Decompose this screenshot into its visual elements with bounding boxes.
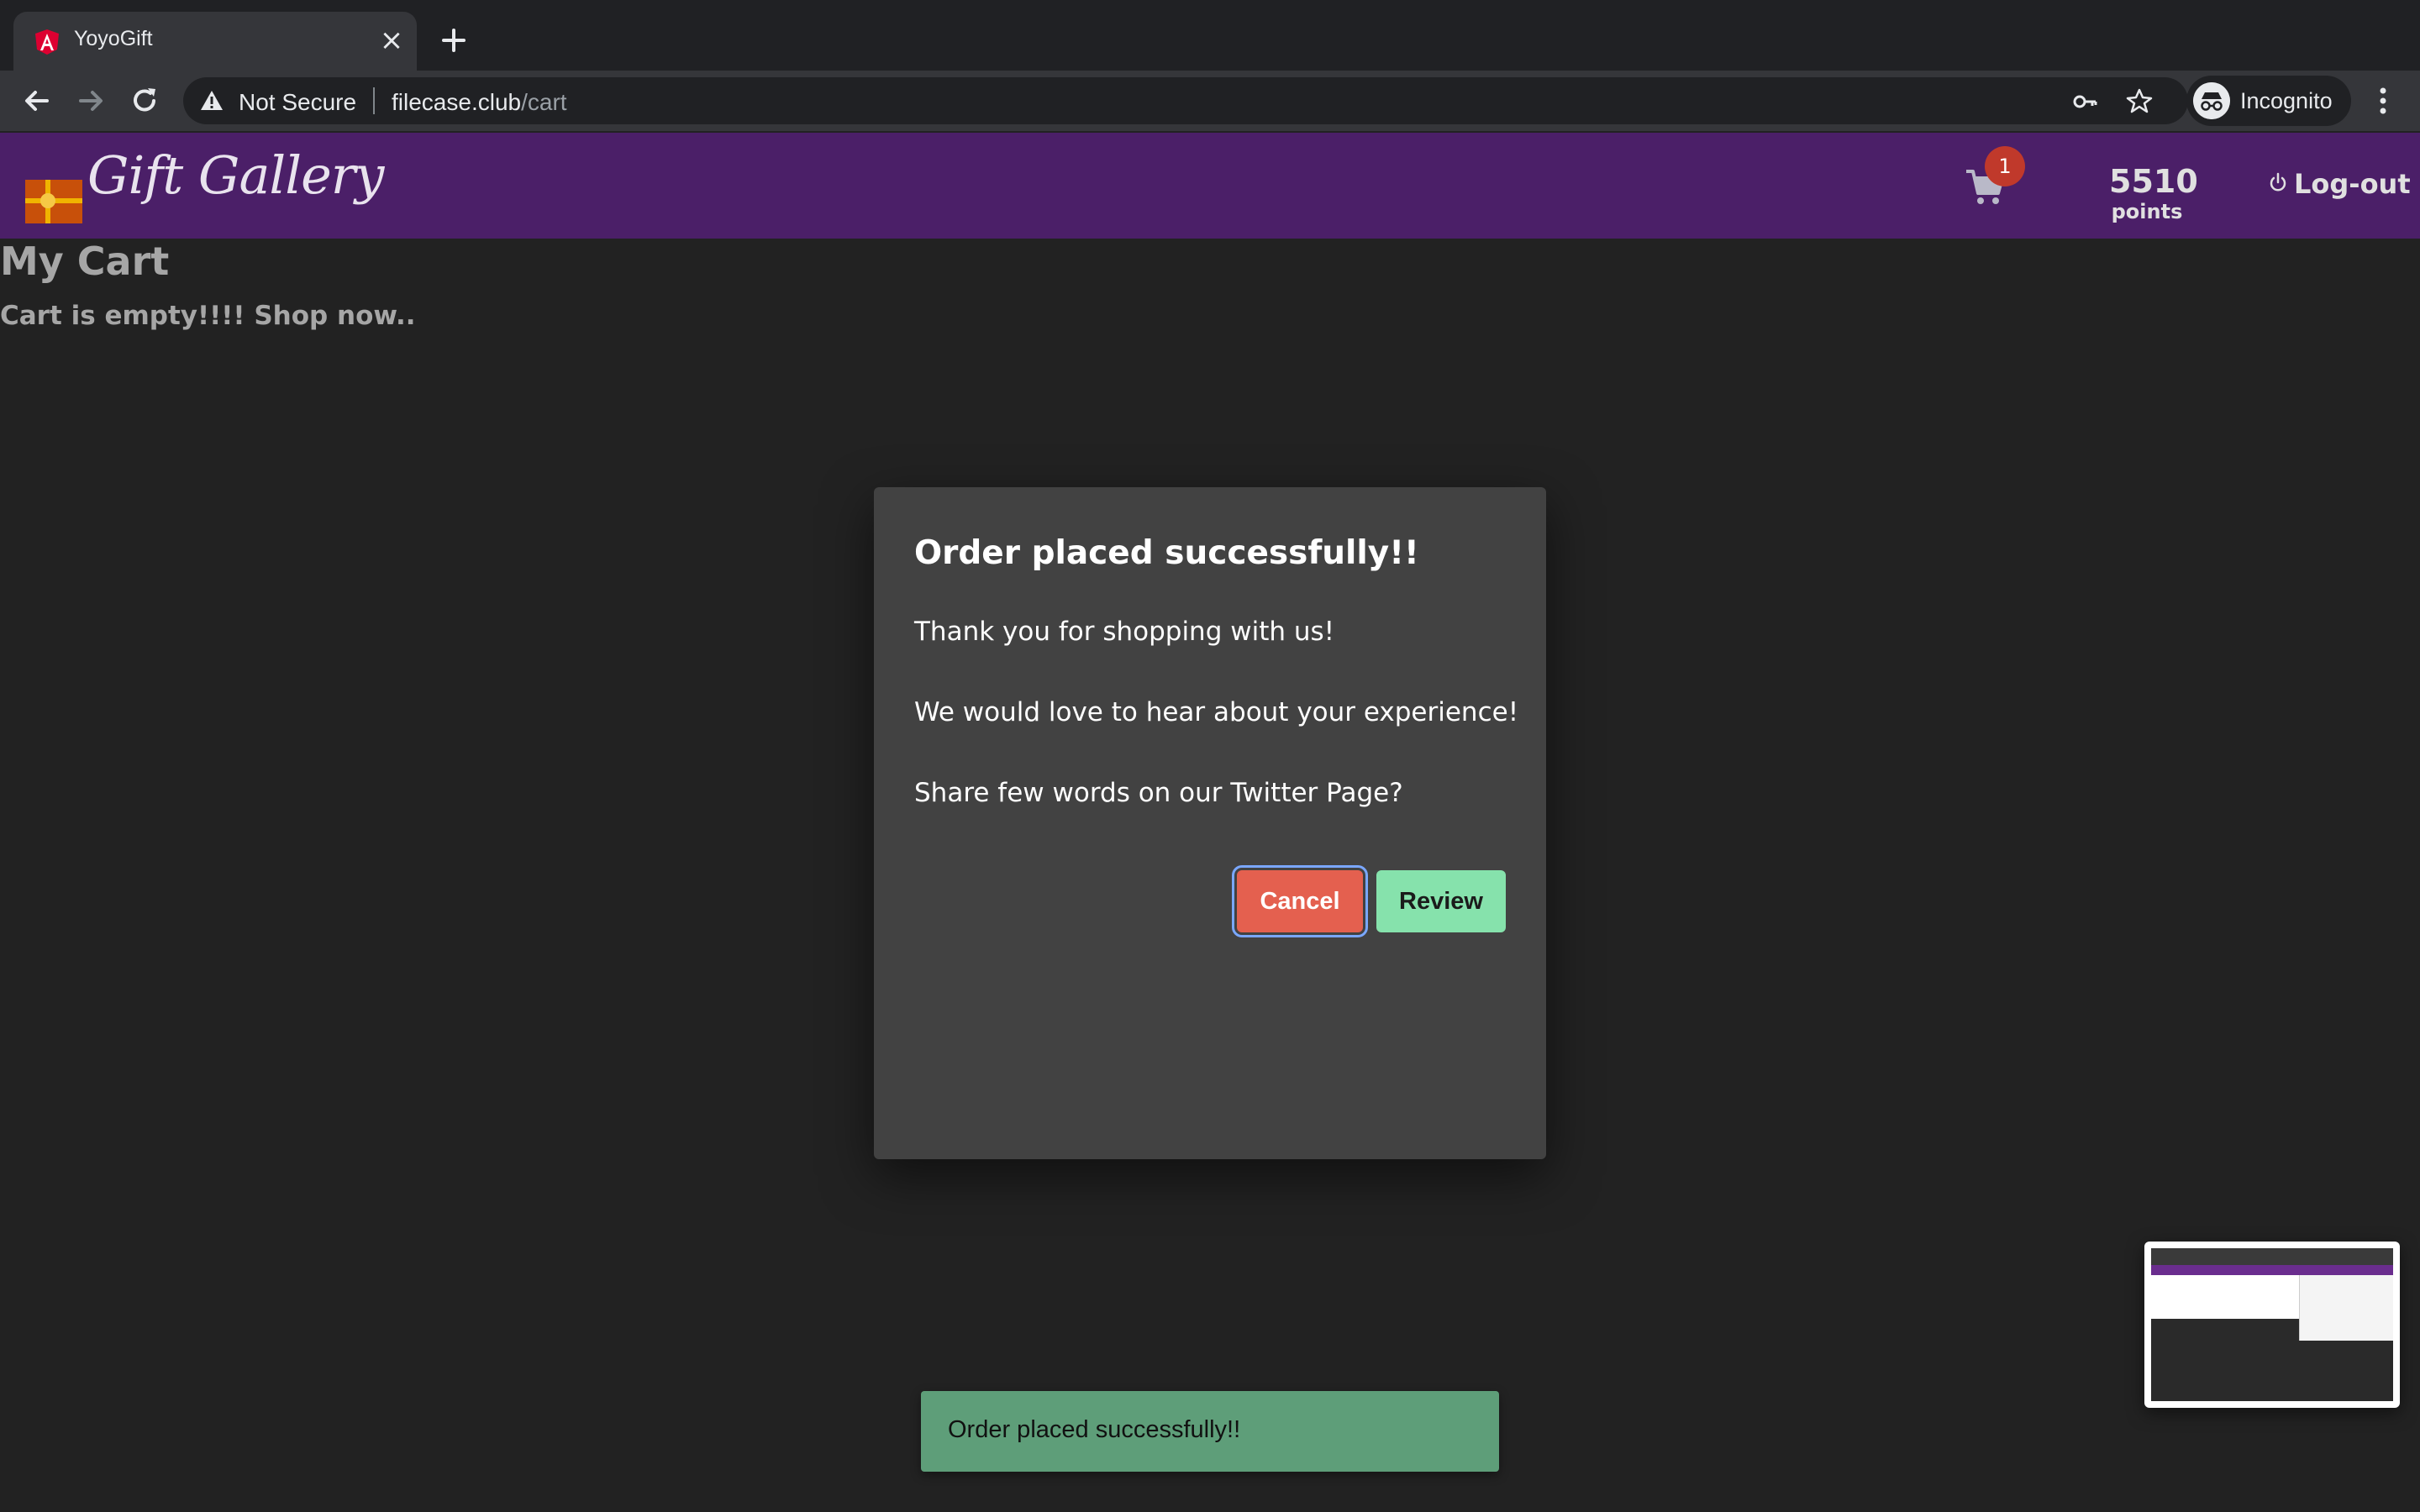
close-icon[interactable]: ×	[375, 24, 408, 57]
points-value: 5510	[2109, 163, 2198, 200]
logout-label: Log-out	[2294, 168, 2411, 200]
address-bar[interactable]: Not Secure filecase.club/cart	[183, 77, 2188, 124]
order-success-dialog: Order placed successfully!! Thank you fo…	[874, 487, 1546, 1159]
profile-button[interactable]: Incognito	[2186, 76, 2351, 126]
angular-favicon-icon	[35, 29, 59, 55]
forward-arrow-icon[interactable]	[72, 82, 109, 119]
browser-toolbar: Not Secure filecase.club/cart Incognito	[0, 71, 2420, 131]
snackbar-notification: Order placed successfully!!	[921, 1391, 1499, 1472]
dialog-title: Order placed successfully!!	[914, 534, 1419, 572]
thumbnail-preview	[2151, 1248, 2393, 1401]
dialog-message-line: Thank you for shopping with us!	[914, 617, 1335, 647]
points-label: points	[2111, 200, 2183, 223]
cancel-button[interactable]: Cancel	[1232, 865, 1368, 937]
key-icon[interactable]	[2072, 89, 2097, 114]
incognito-icon	[2193, 82, 2230, 119]
dialog-message-line: Share few words on our Twitter Page?	[914, 778, 1403, 808]
thumbnail-header	[2151, 1265, 2393, 1275]
url-path: /cart	[521, 89, 567, 115]
kebab-menu-icon[interactable]	[2370, 82, 2396, 119]
gift-logo-icon[interactable]	[25, 180, 82, 223]
power-icon	[2270, 172, 2286, 192]
back-arrow-icon[interactable]	[18, 82, 55, 119]
url-host: filecase.club	[392, 89, 522, 115]
cart-count-badge: 1	[1985, 146, 2025, 186]
tab-title: YoyoGift	[74, 27, 153, 50]
site-header: Gift Gallery 1 5510 points Log-out	[0, 133, 2420, 239]
reload-icon[interactable]	[126, 82, 163, 119]
plus-icon[interactable]	[435, 22, 472, 59]
profile-label: Incognito	[2240, 88, 2333, 113]
star-icon[interactable]	[2126, 87, 2153, 114]
review-button[interactable]: Review	[1376, 870, 1506, 932]
security-status-label[interactable]: Not Secure	[239, 89, 356, 116]
snackbar-message: Order placed successfully!!	[948, 1416, 1241, 1443]
dialog-message-line: We would love to hear about your experie…	[914, 697, 1519, 727]
cart-empty-message[interactable]: Cart is empty!!!! Shop now..	[0, 301, 416, 331]
page-title: My Cart	[0, 239, 170, 284]
screenshot-thumbnail[interactable]	[2144, 1242, 2400, 1408]
thumbnail-chrome	[2151, 1248, 2393, 1265]
site-logo-text[interactable]: Gift Gallery	[87, 144, 384, 206]
omnibox-divider	[373, 87, 375, 114]
warning-icon	[201, 91, 223, 110]
url-text[interactable]: filecase.club/cart	[392, 89, 567, 116]
thumbnail-sidebar	[2299, 1275, 2393, 1341]
browser-tab-strip: YoyoGift ×	[0, 0, 2420, 71]
browser-tab[interactable]: YoyoGift ×	[13, 12, 417, 71]
